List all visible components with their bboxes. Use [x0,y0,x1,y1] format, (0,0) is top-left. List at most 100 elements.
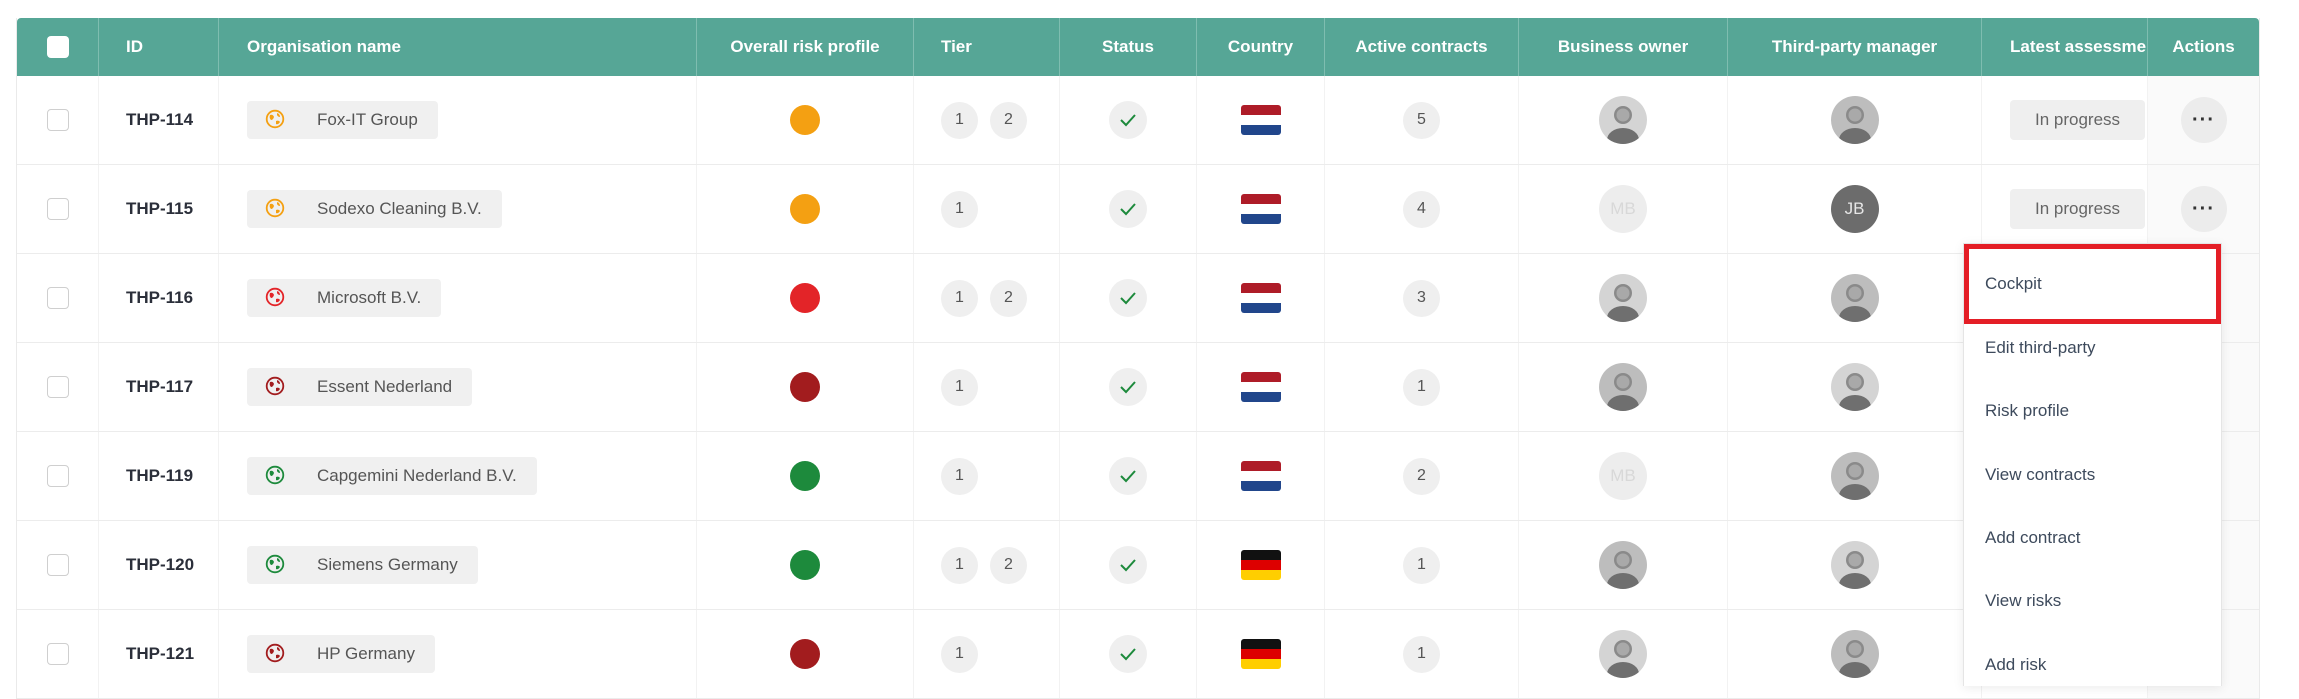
risk-cell [697,521,914,609]
organisation-pill[interactable]: Sodexo Cleaning B.V. [247,190,502,228]
country-cell [1197,521,1325,609]
tier-badge: 1 [941,368,978,406]
menu-item-add-risk[interactable]: Add risk [1985,655,2046,675]
menu-item-view-contracts[interactable]: View contracts [1985,465,2095,485]
globe-icon [265,287,287,309]
organisation-cell: Siemens Germany [219,521,697,609]
select-all-cell [17,18,99,76]
row-checkbox[interactable] [46,554,69,576]
business-owner-avatar[interactable]: MB [1599,452,1647,500]
organisation-cell: Fox-IT Group [219,76,697,164]
header-business-owner[interactable]: Business owner [1519,18,1728,76]
third-party-id[interactable]: THP-116 [126,288,193,308]
table-row[interactable]: THP-114 Fox-IT Group 1 2 5 In progress ··· [17,76,2259,165]
menu-item-cockpit[interactable]: Cockpit [1985,274,2042,294]
row-checkbox[interactable] [46,643,69,665]
third-party-id[interactable]: THP-114 [126,110,193,130]
tier-badge: 1 [941,635,978,673]
header-third-party-manager[interactable]: Third-party manager [1728,18,1982,76]
organisation-pill[interactable]: Capgemini Nederland B.V. [247,457,537,495]
header-actions: Actions [2172,37,2235,56]
table-row[interactable]: THP-115 Sodexo Cleaning B.V. 1 4 MB JB In prog… [17,165,2259,254]
menu-item-risk-profile[interactable]: Risk profile [1985,401,2069,421]
organisation-pill[interactable]: Essent Nederland [247,368,473,406]
latest-assessment-badge[interactable]: In progress [2010,189,2146,229]
risk-indicator-dot [790,550,820,580]
header-country[interactable]: Country [1197,18,1325,76]
active-contracts-count[interactable]: 4 [1403,190,1440,228]
third-party-manager-avatar[interactable] [1830,630,1879,678]
business-owner-avatar[interactable]: MB [1599,185,1647,233]
active-contracts-count[interactable]: 5 [1403,101,1440,139]
business-owner-cell: MB [1519,165,1728,253]
third-party-id[interactable]: THP-120 [126,555,194,575]
third-party-id[interactable]: THP-119 [126,466,193,486]
organisation-pill[interactable]: Fox-IT Group [247,101,438,139]
third-party-manager-avatar[interactable] [1830,96,1879,144]
organisation-cell: Sodexo Cleaning B.V. [219,165,697,253]
row-actions-button[interactable]: ··· [2180,186,2227,232]
active-contracts-count[interactable]: 1 [1403,368,1440,406]
row-checkbox[interactable] [46,376,69,398]
header-tier[interactable]: Tier [914,18,1060,76]
third-party-id[interactable]: THP-121 [126,644,194,664]
status-cell [1060,76,1197,164]
tier-badge: 1 [941,190,978,228]
header-organisation-name[interactable]: Organisation name [219,18,697,76]
id-cell: THP-114 [99,76,219,164]
table-row[interactable]: THP-117 Essent Nederland 1 1 [17,343,2259,432]
business-owner-avatar[interactable] [1599,274,1647,322]
header-latest-assessment[interactable]: Latest assessment [1982,18,2148,76]
check-icon [1120,292,1136,305]
organisation-name: Siemens Germany [317,555,458,574]
row-checkbox[interactable] [46,465,69,487]
active-contracts-count[interactable]: 2 [1403,457,1440,495]
business-owner-avatar[interactable] [1599,541,1647,589]
select-all-checkbox[interactable] [46,36,69,58]
active-contracts-count[interactable]: 3 [1403,279,1440,317]
third-party-manager-avatar[interactable]: JB [1830,185,1879,233]
active-contracts-count[interactable]: 1 [1403,546,1440,584]
actions-cell: ··· [2148,165,2259,253]
organisation-pill[interactable]: HP Germany [247,635,435,673]
table-row[interactable]: THP-121 HP Germany 1 1 [17,610,2259,699]
business-owner-avatar[interactable] [1599,363,1647,411]
netherlands-flag-icon [1240,372,1281,402]
third-party-manager-avatar[interactable] [1830,452,1879,500]
country-cell [1197,76,1325,164]
third-party-id[interactable]: THP-115 [126,199,193,219]
latest-assessment-badge[interactable]: In progress [2010,100,2146,140]
row-actions-button[interactable]: ··· [2180,97,2227,143]
country-cell [1197,343,1325,431]
row-checkbox[interactable] [46,198,69,220]
tier-badge: 1 [941,101,978,139]
row-checkbox[interactable] [46,287,69,309]
table-row[interactable]: THP-116 Microsoft B.V. 1 2 3 [17,254,2259,343]
active-contracts-count[interactable]: 1 [1403,635,1440,673]
row-select-cell [17,432,99,520]
header-status[interactable]: Status [1060,18,1197,76]
menu-item-view-risks[interactable]: View risks [1985,591,2061,611]
table-row[interactable]: THP-120 Siemens Germany 1 2 1 [17,521,2259,610]
header-id[interactable]: ID [99,18,219,76]
row-checkbox[interactable] [46,109,69,131]
menu-item-add-contract[interactable]: Add contract [1985,528,2080,548]
organisation-pill[interactable]: Siemens Germany [247,546,478,584]
business-owner-avatar[interactable] [1599,630,1647,678]
third-party-manager-avatar[interactable] [1830,541,1879,589]
third-party-manager-avatar[interactable] [1830,274,1879,322]
netherlands-flag-icon [1240,105,1281,135]
table-row[interactable]: THP-119 Capgemini Nederland B.V. 1 2 MB [17,432,2259,521]
header-active-contracts[interactable]: Active contracts [1325,18,1519,76]
id-cell: THP-117 [99,343,219,431]
risk-cell [697,254,914,342]
third-party-manager-avatar[interactable] [1830,363,1879,411]
business-owner-avatar[interactable] [1599,96,1647,144]
country-cell [1197,432,1325,520]
globe-icon [265,109,287,131]
germany-flag-icon [1240,639,1281,669]
menu-item-edit-third-party[interactable]: Edit third-party [1985,338,2096,358]
header-overall-risk-profile[interactable]: Overall risk profile [697,18,914,76]
organisation-pill[interactable]: Microsoft B.V. [247,279,442,317]
third-party-id[interactable]: THP-117 [126,377,193,397]
